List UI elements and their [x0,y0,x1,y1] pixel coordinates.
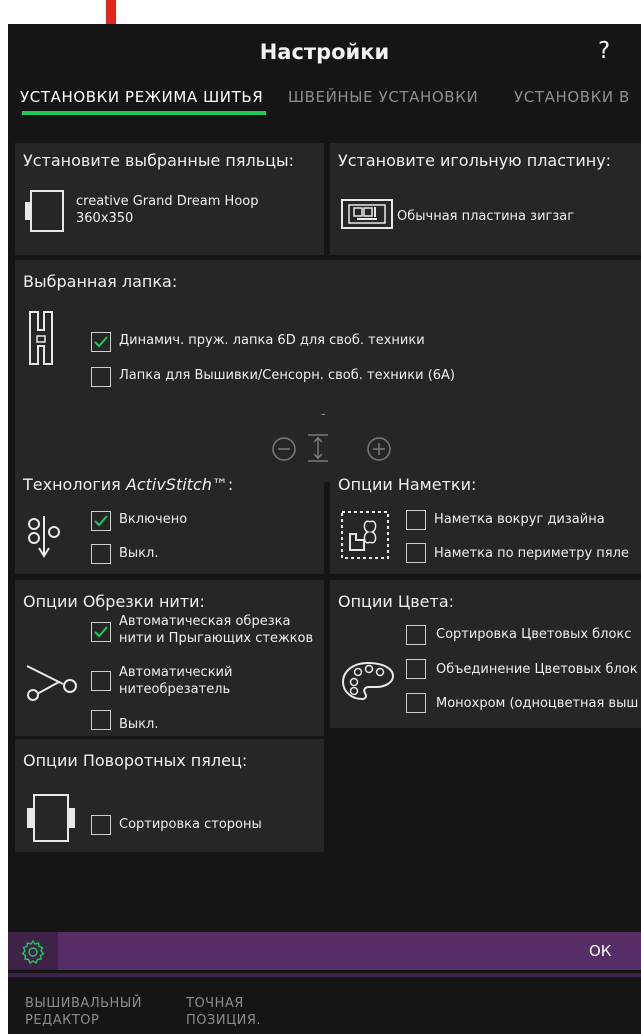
auto-cutter-line2: нитеобрезатель [119,682,231,697]
basting-hoop-perimeter-label: Наметка по периметру пяле [434,546,629,561]
stitch-plate-icon[interactable] [341,199,393,229]
thread-cut-off-checkbox[interactable] [91,710,111,730]
activstitch-icon [28,516,60,558]
hoop-name-line1: creative Grand Dream Hoop [76,194,259,209]
activstitch-off-checkbox[interactable] [91,544,111,564]
basting-icon [341,511,389,559]
presser-foot-panel-title: Выбранная лапка: [23,272,178,291]
ok-button[interactable]: ОК [589,942,611,960]
gear-icon [21,940,45,964]
nav-precise-positioning[interactable]: ТОЧНАЯ ПОЗИЦИЯ. [186,995,261,1029]
needle-plate-panel: Установите игольную пластину: Обычная пл… [330,143,641,255]
bottom-divider [8,973,641,977]
activstitch-panel-title: Технология ActivStitch™: [23,475,234,494]
merge-color-blocks-label: Объединение Цветовых блок [436,662,638,677]
check-icon [94,626,108,638]
basting-hoop-perimeter-checkbox[interactable] [406,543,426,563]
foot-6a-label: Лапка для Вышивки/Сенсорн. своб. техники… [119,368,456,383]
sort-sides-checkbox[interactable] [91,815,111,835]
settings-button[interactable] [8,932,58,970]
merge-color-blocks-checkbox[interactable] [406,659,426,679]
tab-sewing-settings[interactable]: ШВЕЙНЫЕ УСТАНОВКИ [288,88,478,106]
bottom-action-bar: ОК [8,932,641,970]
foot-height-icon [308,434,328,462]
tab-bar: УСТАНОВКИ РЕЖИМА ШИТЬЯ ШВЕЙНЫЕ УСТАНОВКИ… [8,84,641,120]
nav-embroidery-edit[interactable]: ВЫШИВАЛЬНЫЙ РЕДАКТОР [25,995,142,1029]
title-bar: Настройки ? [8,24,641,82]
rotating-hoop-panel: Опции Поворотных пялец: Сортировка сторо… [15,739,324,852]
foot-6d-label: Динамич. пруж. лапка 6D для своб. техник… [119,333,425,348]
auto-thread-cut-checkbox[interactable] [91,622,111,642]
activstitch-panel: Технология ActivStitch™: Включено Выкл. [15,464,324,574]
nav-embroidery-edit-line1: ВЫШИВАЛЬНЫЙ [25,996,142,1011]
color-options-panel-title: Опции Цвета: [338,592,455,611]
monochrome-label: Монохром (одноцветная выш [436,696,639,711]
auto-thread-cut-line2: нити и Прыгающих стежков [119,631,314,646]
help-button[interactable]: ? [598,38,610,64]
presser-foot-panel: Выбранная лапка: Динамич. пруж. лапка 6D… [15,260,641,482]
thread-cut-panel: Опции Обрезки нити: Автоматическая обрез… [15,580,324,736]
monochrome-checkbox[interactable] [406,693,426,713]
activstitch-off-label: Выкл. [119,546,159,561]
plus-circle-icon[interactable] [366,436,392,462]
hoop-panel-title: Установите выбранные пяльцы: [23,151,295,170]
sort-color-blocks-label: Сортировка Цветовых блокс [436,627,632,642]
thread-cut-panel-title: Опции Обрезки нити: [23,592,205,611]
minus-circle-icon[interactable] [271,436,297,462]
active-tab-indicator [22,111,266,115]
check-icon [94,336,108,348]
basting-around-design-checkbox[interactable] [406,510,426,530]
nav-embroidery-edit-line2: РЕДАКТОР [25,1013,100,1028]
sort-color-blocks-checkbox[interactable] [406,625,426,645]
sort-sides-label: Сортировка стороны [119,817,262,832]
hoop-panel: Установите выбранные пяльцы: creative Gr… [15,143,324,255]
color-options-panel: Опции Цвета: Сортировка Цветовых блокс О… [330,580,641,728]
activstitch-on-label: Включено [119,512,188,527]
foot-6d-checkbox[interactable] [91,332,111,352]
foot-6a-checkbox[interactable] [91,367,111,387]
foot-height-value: - [321,407,326,422]
settings-screen: Настройки ? УСТАНОВКИ РЕЖИМА ШИТЬЯ ШВЕЙН… [8,24,641,1034]
rotating-hoop-panel-title: Опции Поворотных пялец: [23,751,248,770]
check-icon [94,515,108,527]
hoop-icon[interactable] [23,189,67,233]
auto-thread-cut-line1: Автоматическая обрезка [119,614,291,629]
activstitch-on-checkbox[interactable] [91,511,111,531]
thread-cut-off-label: Выкл. [119,717,159,732]
basting-panel-title: Опции Наметки: [338,475,477,494]
palette-icon [341,661,395,701]
presser-foot-icon [29,311,53,365]
auto-cutter-line1: Автоматический [119,665,233,680]
nav-precise-positioning-line1: ТОЧНАЯ [186,996,244,1011]
basting-around-design-label: Наметка вокруг дизайна [434,512,605,527]
tab-more-settings[interactable]: УСТАНОВКИ В [514,88,630,106]
page-title: Настройки [259,40,390,64]
rotating-hoop-icon [27,794,75,842]
needle-plate-name: Обычная пластина зигзаг [397,209,575,224]
auto-cutter-checkbox[interactable] [91,671,111,691]
hoop-name-line2: 360x350 [76,211,134,226]
basting-panel: Опции Наметки: Наметка вокруг дизайна На… [330,464,641,574]
tab-embroidery-mode-settings[interactable]: УСТАНОВКИ РЕЖИМА ШИТЬЯ [20,88,263,106]
scissors-icon [26,665,77,701]
nav-precise-positioning-line2: ПОЗИЦИЯ. [186,1013,262,1028]
needle-plate-panel-title: Установите игольную пластину: [338,151,612,170]
